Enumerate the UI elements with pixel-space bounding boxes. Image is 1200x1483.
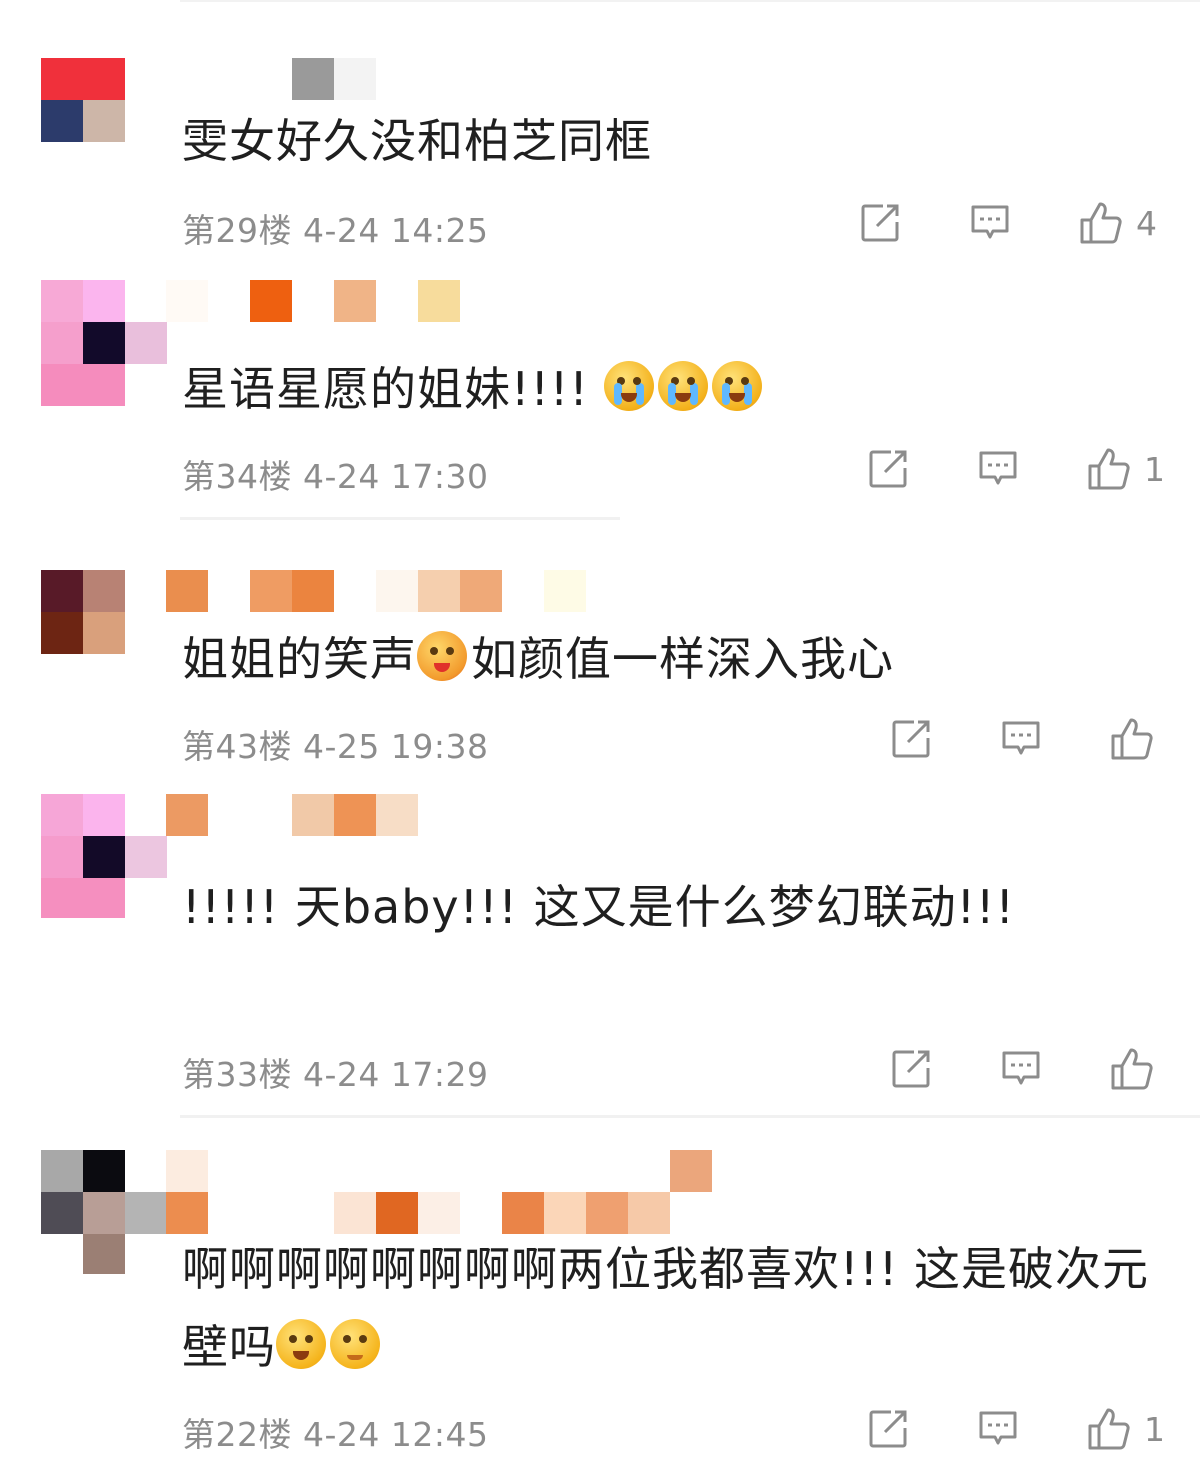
comment-meta: 第34楼 4-24 17:30 [182, 450, 489, 498]
floor-number: 第43楼 [182, 727, 292, 766]
comment-meta: 第29楼 4-24 14:25 [182, 204, 489, 252]
comment-date: 4-25 [303, 727, 380, 766]
username-blurred[interactable] [166, 1150, 712, 1192]
like-button[interactable]: 1 [1086, 446, 1165, 492]
reply-icon[interactable] [976, 448, 1020, 490]
avatar-fragment [125, 322, 167, 364]
thumbs-up-icon [1086, 446, 1132, 492]
smiling-emoji [330, 1319, 380, 1369]
heart-face-emoji [417, 631, 467, 681]
crying-emoji [712, 361, 763, 411]
comment-meta: 第22楼 4-24 12:45 [182, 1408, 489, 1456]
like-count: 1 [1144, 1409, 1165, 1449]
comment-text: 雯女好久没和柏芝同框 [182, 114, 652, 168]
comment-date: 4-24 [303, 457, 380, 496]
floor-number: 第22楼 [182, 1415, 292, 1454]
username-blurred[interactable] [166, 1192, 670, 1234]
comment-time: 12:45 [390, 1415, 489, 1454]
thumbs-up-icon [1109, 716, 1155, 762]
comment-date: 4-24 [303, 1415, 380, 1454]
floor-number: 第33楼 [182, 1055, 292, 1094]
username-blurred[interactable] [166, 570, 586, 612]
comment-time: 19:38 [390, 727, 489, 766]
comment-time: 17:29 [390, 1055, 489, 1094]
comment-item: 啊啊啊啊啊啊啊啊两位我都喜欢!!! 这是破次元壁吗 第22楼 4-24 12:4… [0, 1140, 1200, 1483]
thumbs-up-icon [1109, 1046, 1155, 1092]
username-blurred[interactable] [166, 280, 460, 322]
like-count: 1 [1144, 449, 1165, 489]
comment-text: !!!!! 天baby!!! 这又是什么梦幻联动!!! [182, 880, 1015, 934]
comment-meta: 第33楼 4-24 17:29 [182, 1048, 489, 1096]
comment-item: 姐姐的笑声 如颜值一样深入我心 第43楼 4-25 19:38 [0, 560, 1200, 780]
like-button[interactable]: 4 [1078, 200, 1157, 246]
like-button[interactable] [1109, 716, 1167, 762]
avatar[interactable] [41, 570, 125, 654]
crying-emoji [658, 361, 709, 411]
avatar[interactable] [41, 280, 125, 364]
reply-icon[interactable] [999, 718, 1043, 760]
comment-item: 雯女好久没和柏芝同框 第29楼 4-24 14:25 4 [0, 0, 1200, 260]
share-icon[interactable] [889, 1048, 933, 1090]
comment-divider [180, 517, 620, 520]
like-button[interactable]: 1 [1086, 1406, 1165, 1452]
crying-emoji [604, 361, 655, 411]
avatar-fragment [125, 1192, 167, 1234]
comment-actions [889, 716, 1167, 762]
floor-number: 第29楼 [182, 211, 292, 250]
comment-divider [180, 1115, 1200, 1118]
comment-date: 4-24 [303, 211, 380, 250]
thumbs-up-icon [1086, 1406, 1132, 1452]
avatar[interactable] [41, 1150, 125, 1234]
share-icon[interactable] [866, 1408, 910, 1450]
reply-icon[interactable] [999, 1048, 1043, 1090]
share-icon[interactable] [858, 202, 902, 244]
avatar-fragment [41, 364, 125, 406]
comment-actions: 1 [866, 1406, 1165, 1452]
comment-item: 星语星愿的姐妹!!!! 第34楼 4-24 17:30 1 [0, 270, 1200, 520]
reply-icon[interactable] [968, 202, 1012, 244]
comment-text: 啊啊啊啊啊啊啊啊两位我都喜欢!!! 这是破次元壁吗 [182, 1242, 1149, 1374]
comment-actions: 4 [858, 200, 1157, 246]
comment-actions [889, 1046, 1167, 1092]
share-icon[interactable] [889, 718, 933, 760]
comment-time: 14:25 [390, 211, 489, 250]
comment-time: 17:30 [390, 457, 489, 496]
avatar[interactable] [41, 794, 125, 878]
comment-text: 星语星愿的姐妹!!!! [182, 350, 1160, 428]
username-blurred[interactable] [166, 58, 376, 100]
like-count: 4 [1136, 203, 1157, 243]
comment-meta: 第43楼 4-25 19:38 [182, 720, 489, 768]
avatar-fragment [125, 836, 167, 878]
avatar[interactable] [41, 58, 125, 142]
laughing-tears-emoji [276, 1319, 326, 1369]
username-blurred[interactable] [166, 794, 418, 836]
comment-item: !!!!! 天baby!!! 这又是什么梦幻联动!!! 第33楼 4-24 17… [0, 784, 1200, 1114]
comment-text: 姐姐的笑声 如颜值一样深入我心 [182, 631, 894, 686]
share-icon[interactable] [866, 448, 910, 490]
like-button[interactable] [1109, 1046, 1167, 1092]
reply-icon[interactable] [976, 1408, 1020, 1450]
comment-date: 4-24 [303, 1055, 380, 1094]
comment-actions: 1 [866, 446, 1165, 492]
thumbs-up-icon [1078, 200, 1124, 246]
avatar-fragment [83, 1234, 125, 1274]
avatar-fragment [41, 878, 125, 918]
floor-number: 第34楼 [182, 457, 292, 496]
